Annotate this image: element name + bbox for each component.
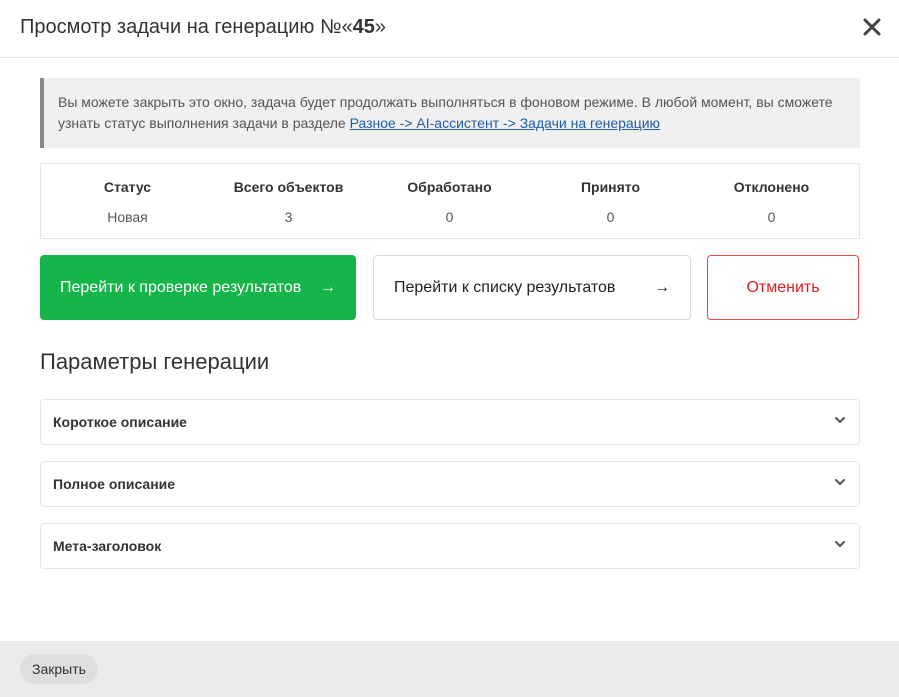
generation-params-title: Параметры генерации <box>40 349 270 374</box>
accordion-label: Мета-заголовок <box>53 538 162 554</box>
dialog-footer: Закрыть <box>0 641 899 697</box>
review-results-label: Перейти к проверке результатов <box>60 278 302 296</box>
arrow-right-icon: → <box>320 278 336 296</box>
stat-value: 0 <box>767 209 776 225</box>
dialog-header: Просмотр задачи на генерацию №«45» <box>0 0 899 58</box>
chevron-down-icon <box>835 541 845 547</box>
background-notice: Вы можете закрыть это окно, задача будет… <box>40 78 860 148</box>
arrow-right-icon: → <box>654 278 670 296</box>
stat-value: Новая <box>107 209 148 225</box>
stat-rejected: Отклонено 0 <box>691 178 852 226</box>
stat-status: Статус Новая <box>47 178 208 226</box>
accordion-label: Короткое описание <box>53 414 187 430</box>
task-stats-table: Статус Новая Всего объектов 3 Обработано… <box>40 163 860 239</box>
stat-value: 0 <box>606 209 615 225</box>
accordion-short-description[interactable]: Короткое описание <box>40 399 860 445</box>
stat-header: Обработано <box>407 179 492 195</box>
stat-total: Всего объектов 3 <box>208 178 369 226</box>
cancel-label: Отменить <box>746 278 820 296</box>
stat-header: Всего объектов <box>233 179 344 195</box>
review-results-button[interactable]: Перейти к проверке результатов → <box>40 255 356 320</box>
stat-processed: Обработано 0 <box>369 178 530 226</box>
chevron-down-icon <box>835 417 845 423</box>
dialog-title: Просмотр задачи на генерацию №«45» <box>20 16 386 39</box>
dialog-title-prefix: Просмотр задачи на генерацию №« <box>20 16 353 38</box>
dialog-title-suffix: » <box>374 16 386 38</box>
stat-header: Статус <box>103 179 152 195</box>
results-list-label: Перейти к списку результатов <box>394 278 616 296</box>
task-number: 45 <box>352 16 375 38</box>
accordion-label: Полное описание <box>53 476 176 492</box>
close-button[interactable]: Закрыть <box>20 654 98 684</box>
stat-accepted: Принято 0 <box>530 178 691 226</box>
stat-header: Принято <box>580 179 641 195</box>
tasks-section-link[interactable]: Разное -> AI-ассистент -> Задачи на гене… <box>350 115 660 131</box>
results-list-button[interactable]: Перейти к списку результатов → <box>373 255 691 320</box>
stat-header: Отклонено <box>733 179 810 195</box>
cancel-task-button[interactable]: Отменить <box>707 255 859 320</box>
accordion-meta-title[interactable]: Мета-заголовок <box>40 523 860 569</box>
accordion-full-description[interactable]: Полное описание <box>40 461 860 507</box>
close-icon[interactable] <box>861 14 883 40</box>
stat-value: 3 <box>284 209 293 225</box>
chevron-down-icon <box>835 479 845 485</box>
stat-value: 0 <box>445 209 454 225</box>
